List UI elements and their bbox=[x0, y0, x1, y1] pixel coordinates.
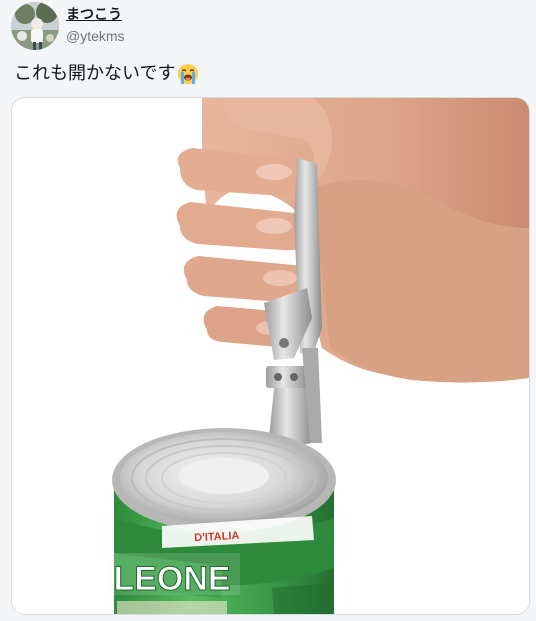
user-handle[interactable]: @ytekms bbox=[66, 26, 125, 46]
tweet-header: まつこう @ytekms bbox=[11, 2, 125, 50]
loudly-crying-face-icon bbox=[177, 63, 199, 85]
tweet-text: これも開かないです bbox=[14, 63, 176, 84]
avatar-image-icon bbox=[11, 2, 59, 50]
display-name[interactable]: まつこう bbox=[66, 6, 125, 24]
tweet-photo[interactable]: D'ITALIA LEONE bbox=[11, 97, 530, 615]
photo-can-opener-icon: D'ITALIA LEONE bbox=[12, 98, 529, 614]
tweet-text-container: これも開かないです bbox=[14, 60, 199, 88]
user-names: まつこう @ytekms bbox=[66, 6, 125, 46]
avatar[interactable] bbox=[11, 2, 59, 50]
can-small-text: D'ITALIA bbox=[194, 530, 240, 544]
tweet-card: まつこう @ytekms これも開かないです D'ITALIA LEONE bbox=[0, 0, 536, 621]
